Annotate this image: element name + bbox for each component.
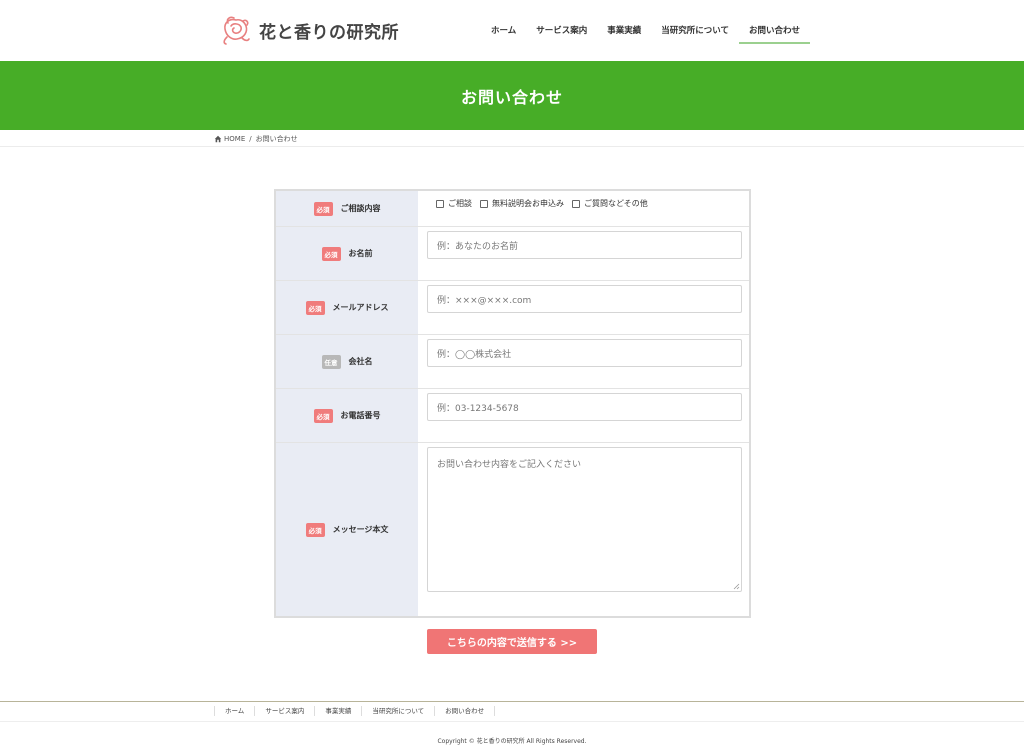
name-label: お名前 bbox=[348, 249, 373, 258]
checkbox-label: 無料説明会お申込み bbox=[492, 199, 564, 208]
checkbox-label: ご質問などその他 bbox=[584, 199, 648, 208]
form-input-cell: 例：◯◯株式会社 bbox=[418, 335, 749, 388]
company-input[interactable]: 例：◯◯株式会社 bbox=[427, 339, 742, 367]
message-placeholder: お問い合わせ内容をご記入ください bbox=[437, 460, 582, 470]
phone-label: お電話番号 bbox=[340, 411, 381, 420]
form-label-cell: 必須 お電話番号 bbox=[276, 389, 418, 442]
breadcrumb: HOME / お問い合わせ bbox=[214, 134, 298, 144]
form-input-cell: 例：×××@×××.com bbox=[418, 281, 749, 334]
resize-grip-icon[interactable] bbox=[733, 583, 740, 590]
consult-checkbox-group: ご相談 無料説明会お申込み ご質問などその他 bbox=[436, 198, 656, 209]
checkbox-icon[interactable] bbox=[572, 199, 580, 208]
breadcrumb-current: お問い合わせ bbox=[255, 135, 298, 143]
form-label-cell: 必須 メッセージ本文 bbox=[276, 443, 418, 616]
footer-nav-home[interactable]: ホーム bbox=[214, 706, 254, 716]
email-label: メールアドレス bbox=[332, 303, 389, 312]
nav-item-home[interactable]: ホーム bbox=[481, 14, 526, 44]
optional-badge: 任意 bbox=[321, 354, 341, 369]
breadcrumb-separator: / bbox=[249, 135, 252, 143]
footer-nav: ホーム サービス案内 事業実績 当研究所について お問い合わせ bbox=[214, 706, 496, 716]
site-logo-text: 花と香りの研究所 bbox=[259, 22, 399, 43]
form-label-cell: 必須 ご相談内容 bbox=[276, 191, 418, 226]
consult-option-seminar[interactable]: 無料説明会お申込み bbox=[480, 198, 564, 209]
footer-divider bbox=[0, 701, 1024, 702]
form-input-cell: 例：03-1234-5678 bbox=[418, 389, 749, 442]
submit-button[interactable]: こちらの内容で送信する >> bbox=[427, 629, 597, 654]
form-row-email: 必須 メールアドレス 例：×××@×××.com bbox=[276, 281, 749, 335]
form-row-message: 必須 メッセージ本文 お問い合わせ内容をご記入ください bbox=[276, 443, 749, 616]
checkbox-label: ご相談 bbox=[448, 199, 472, 208]
company-label: 会社名 bbox=[348, 357, 373, 366]
required-badge: 必須 bbox=[305, 522, 325, 537]
rose-logo-icon bbox=[223, 16, 250, 45]
required-badge: 必須 bbox=[321, 246, 341, 261]
form-row-consult: 必須 ご相談内容 ご相談 無料説明会お申込み ご質問などその他 bbox=[276, 191, 749, 227]
checkbox-icon[interactable] bbox=[480, 199, 488, 208]
nav-item-about[interactable]: 当研究所について bbox=[651, 14, 739, 44]
required-badge: 必須 bbox=[313, 201, 333, 216]
footer-nav-services[interactable]: サービス案内 bbox=[254, 706, 314, 716]
form-row-company: 任意 会社名 例：◯◯株式会社 bbox=[276, 335, 749, 389]
site-header: 花と香りの研究所 ホーム サービス案内 事業実績 当研究所について お問い合わせ bbox=[0, 0, 1024, 61]
name-input[interactable]: 例：あなたのお名前 bbox=[427, 231, 742, 259]
required-badge: 必須 bbox=[313, 408, 333, 423]
checkbox-icon[interactable] bbox=[436, 199, 444, 208]
form-label-cell: 必須 お名前 bbox=[276, 227, 418, 280]
message-textarea[interactable]: お問い合わせ内容をご記入ください bbox=[427, 447, 742, 592]
footer-nav-about[interactable]: 当研究所について bbox=[361, 706, 434, 716]
email-input[interactable]: 例：×××@×××.com bbox=[427, 285, 742, 313]
form-row-phone: 必須 お電話番号 例：03-1234-5678 bbox=[276, 389, 749, 443]
nav-item-contact[interactable]: お問い合わせ bbox=[738, 14, 810, 44]
consult-option-other[interactable]: ご質問などその他 bbox=[572, 198, 648, 209]
phone-input[interactable]: 例：03-1234-5678 bbox=[427, 393, 742, 421]
message-label: メッセージ本文 bbox=[332, 525, 389, 534]
form-label-cell: 任意 会社名 bbox=[276, 335, 418, 388]
consult-label: ご相談内容 bbox=[340, 204, 381, 213]
form-label-cell: 必須 メールアドレス bbox=[276, 281, 418, 334]
form-input-cell: ご相談 無料説明会お申込み ご質問などその他 bbox=[418, 191, 749, 226]
consult-option-consultation[interactable]: ご相談 bbox=[436, 198, 472, 209]
nav-item-services[interactable]: サービス案内 bbox=[526, 14, 597, 44]
contact-form: 必須 ご相談内容 ご相談 無料説明会お申込み ご質問などその他 必須 お名前 例… bbox=[274, 189, 751, 618]
page-title: お問い合わせ bbox=[460, 87, 563, 107]
footer-nav-contact[interactable]: お問い合わせ bbox=[434, 706, 496, 716]
required-badge: 必須 bbox=[305, 300, 325, 315]
home-icon bbox=[214, 135, 222, 143]
footer-divider-bottom bbox=[0, 721, 1024, 722]
form-row-name: 必須 お名前 例：あなたのお名前 bbox=[276, 227, 749, 281]
form-input-cell: 例：あなたのお名前 bbox=[418, 227, 749, 280]
footer-nav-achievements[interactable]: 事業実績 bbox=[314, 706, 361, 716]
page-hero: お問い合わせ bbox=[0, 61, 1024, 130]
form-input-cell: お問い合わせ内容をご記入ください bbox=[418, 443, 749, 616]
site-logo[interactable]: 花と香りの研究所 bbox=[219, 14, 399, 46]
nav-item-achievements[interactable]: 事業実績 bbox=[597, 14, 651, 44]
copyright-text: Copyright © 花と香りの研究所 All Rights Reserved… bbox=[437, 738, 587, 745]
breadcrumb-bar: HOME / お問い合わせ bbox=[0, 130, 1024, 147]
breadcrumb-home-link[interactable]: HOME bbox=[224, 135, 245, 143]
main-nav: ホーム サービス案内 事業実績 当研究所について お問い合わせ bbox=[481, 14, 810, 44]
